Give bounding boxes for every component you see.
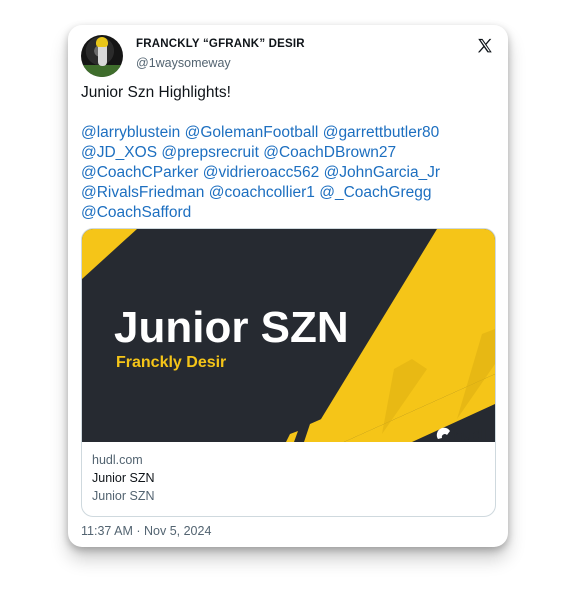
mention-link[interactable]: @JohnGarcia_Jr (324, 164, 441, 181)
author-display-name[interactable]: FRANCKLY “GFRANK” DESIR (136, 38, 305, 50)
mention-link[interactable]: @JD_XOS (81, 144, 157, 161)
link-domain: hudl.com (92, 453, 143, 467)
hudl-logo-icon: hudl (436, 427, 487, 442)
tweet-timestamp[interactable]: 11:37 AM · Nov 5, 2024 (81, 524, 211, 538)
mention-link[interactable]: @prepsrecruit (161, 144, 259, 161)
link-preview-card[interactable]: Junior SZN Franckly Desir hudl hudl.com … (81, 228, 496, 517)
image-headline: Junior SZN (114, 303, 349, 352)
image-subheadline: Franckly Desir (116, 354, 226, 371)
mention-link[interactable]: @CoachCParker (81, 164, 198, 181)
mention-link[interactable]: @RivalsFriedman (81, 184, 204, 201)
image-brand: hudl (453, 427, 487, 442)
link-description: Junior SZN (92, 489, 155, 503)
mention-link[interactable]: @GolemanFootball (185, 124, 319, 141)
mention-link[interactable]: @CoachSafford (81, 204, 191, 221)
mention-link[interactable]: @larryblustein (81, 124, 180, 141)
mention-link[interactable]: @garrettbutler80 (323, 124, 440, 141)
avatar[interactable] (81, 35, 123, 77)
tweet-card: FRANCKLY “GFRANK” DESIR @1waysomeway Jun… (68, 25, 508, 547)
author-handle[interactable]: @1waysomeway (136, 56, 231, 70)
x-logo-icon[interactable] (476, 37, 494, 55)
link-preview-image[interactable]: Junior SZN Franckly Desir hudl (82, 229, 495, 442)
tweet-headline: Junior Szn Highlights! (81, 84, 231, 101)
mention-link[interactable]: @CoachDBrown27 (263, 144, 396, 161)
mention-list: @larryblustein @GolemanFootball @garrett… (81, 124, 440, 221)
mention-link[interactable]: @coachcollier1 (209, 184, 315, 201)
link-title: Junior SZN (92, 471, 155, 485)
mention-link[interactable]: @_CoachGregg (319, 184, 431, 201)
tweet-text: Junior Szn Highlights! @larryblustein @G… (81, 83, 491, 223)
mention-link[interactable]: @vidrieroacc562 (203, 164, 320, 181)
link-preview-meta: hudl.com Junior SZN Junior SZN (92, 453, 155, 503)
